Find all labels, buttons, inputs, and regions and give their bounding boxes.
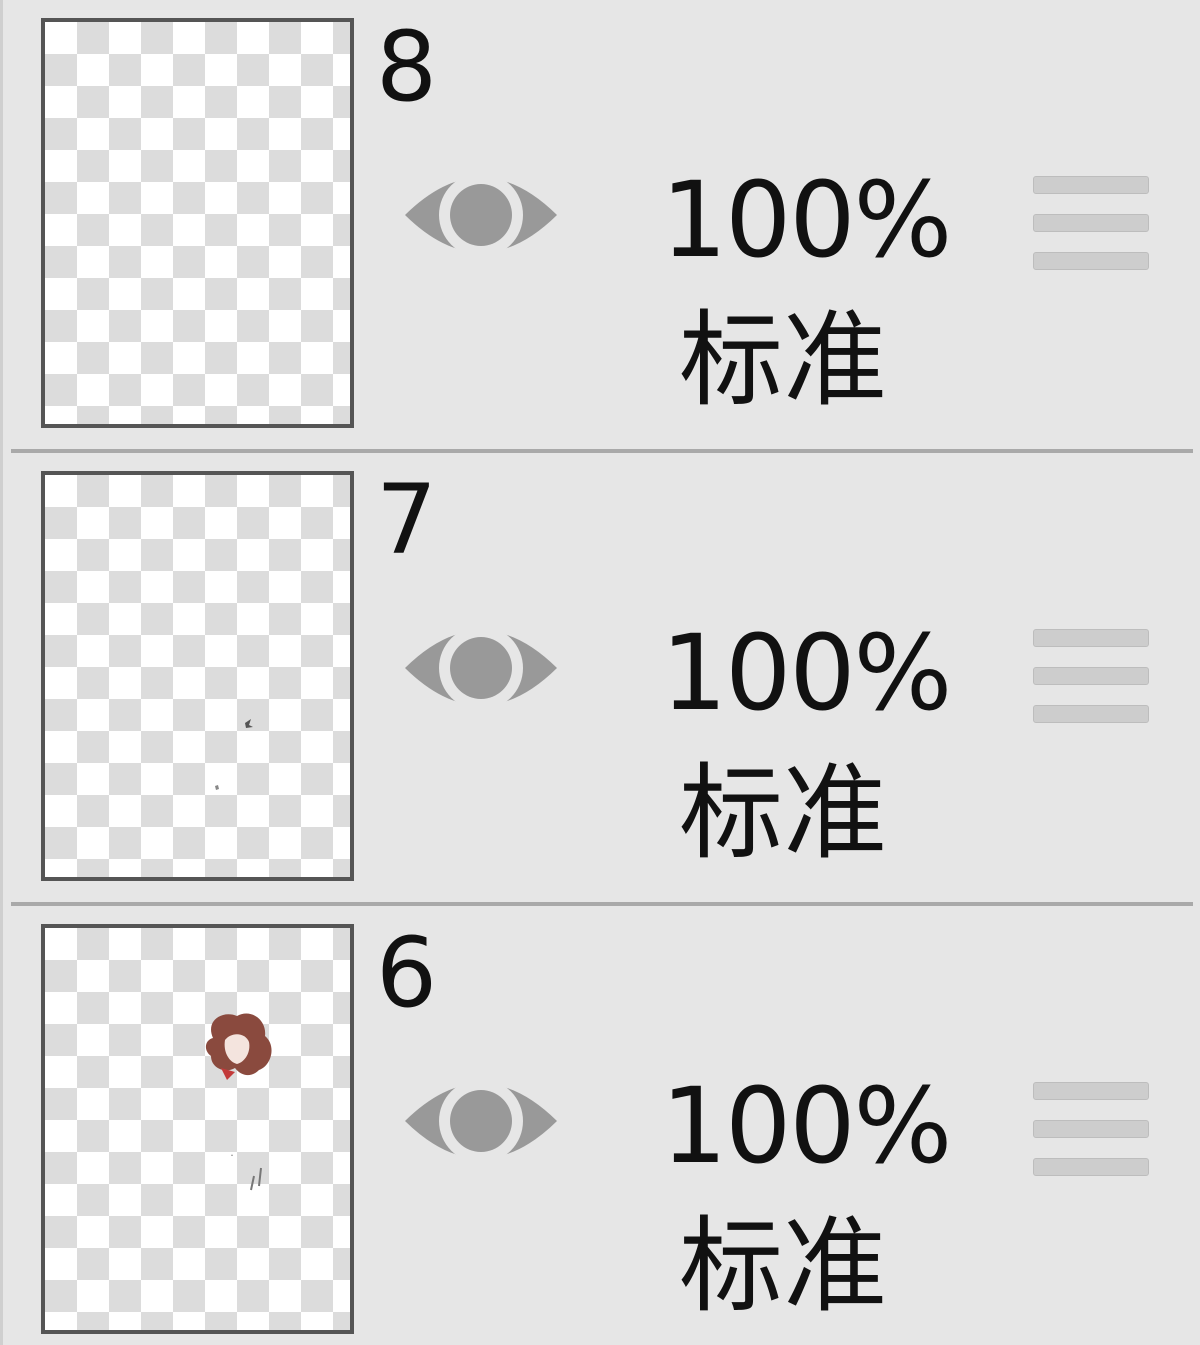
blend-mode-label[interactable]: 标准	[679, 300, 887, 420]
eye-icon[interactable]	[401, 1066, 561, 1176]
opacity-value[interactable]: 100%	[661, 613, 952, 733]
layer-number: 6	[376, 917, 438, 1029]
layer-number: 7	[376, 464, 438, 576]
layers-panel: 8 100% 标准 7 100% 标准 6 100% 标准	[0, 0, 1200, 1345]
thumbnail-art	[205, 1013, 272, 1191]
layer-row-7[interactable]: 7 100% 标准	[11, 453, 1193, 902]
drag-handle-icon[interactable]	[1033, 172, 1149, 272]
blend-mode-label[interactable]: 标准	[679, 753, 887, 873]
eye-icon[interactable]	[401, 613, 561, 723]
layer-number: 8	[376, 11, 438, 123]
layer-thumbnail[interactable]	[41, 18, 354, 428]
thumbnail-art	[45, 22, 350, 424]
thumbnail-art	[215, 719, 253, 790]
opacity-value[interactable]: 100%	[661, 160, 952, 280]
blend-mode-label[interactable]: 标准	[679, 1206, 887, 1326]
layer-row-8[interactable]: 8 100% 标准	[11, 0, 1193, 449]
eye-icon[interactable]	[401, 160, 561, 270]
drag-handle-icon[interactable]	[1033, 1078, 1149, 1178]
opacity-value[interactable]: 100%	[661, 1066, 952, 1186]
layer-thumbnail[interactable]	[41, 471, 354, 881]
layer-thumbnail[interactable]	[41, 924, 354, 1334]
layer-row-6[interactable]: 6 100% 标准	[11, 906, 1193, 1345]
drag-handle-icon[interactable]	[1033, 625, 1149, 725]
